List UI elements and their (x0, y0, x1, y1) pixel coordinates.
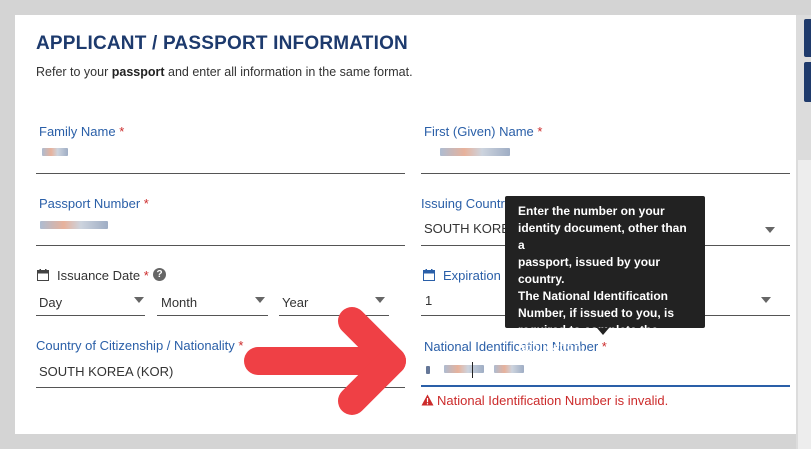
first-name-input[interactable] (421, 173, 790, 174)
page-title: APPLICANT / PASSPORT INFORMATION (36, 33, 408, 54)
calendar-icon (423, 269, 435, 281)
issuance-day-underline (36, 315, 145, 316)
passport-number-redacted-value (40, 221, 108, 229)
tooltip-line: Enter the number on your (518, 204, 665, 218)
text-cursor (472, 362, 473, 378)
citizenship-label: Country of Citizenship / Nationality * (36, 338, 244, 353)
tooltip-line: application. (518, 340, 585, 354)
tooltip-line: passport, issued by your country. (518, 255, 661, 286)
family-name-input[interactable] (36, 173, 405, 174)
national-id-input[interactable] (421, 385, 790, 387)
chevron-down-icon[interactable] (255, 297, 265, 303)
warning-icon (421, 394, 434, 406)
help-icon[interactable]: ? (153, 268, 166, 281)
page-subtitle: Refer to your passport and enter all inf… (36, 65, 413, 79)
national-id-redacted-value (444, 365, 484, 373)
national-id-redacted-value-2 (494, 365, 524, 373)
chevron-down-icon[interactable] (761, 297, 771, 303)
family-name-label: Family Name * (39, 124, 125, 139)
national-id-tooltip: Enter the number on your identity docume… (505, 196, 705, 354)
chevron-down-icon[interactable] (134, 297, 144, 303)
issuance-month-select[interactable]: Month (161, 295, 197, 310)
issuance-day-select[interactable]: Day (39, 295, 62, 310)
scrollbar[interactable] (798, 160, 811, 449)
tooltip-line: identity document, other than a (518, 221, 687, 252)
expiration-day-select[interactable]: 1 (425, 293, 432, 308)
chevron-down-icon[interactable] (375, 297, 385, 303)
tooltip-pointer (597, 328, 609, 335)
national-id-redacted-dot (426, 366, 430, 374)
national-id-error: National Identification Number is invali… (421, 393, 668, 408)
side-tab-bottom[interactable] (804, 62, 811, 102)
passport-number-input[interactable] (36, 245, 405, 246)
calendar-icon (37, 269, 49, 281)
red-arrow-annotation (244, 307, 406, 415)
first-name-redacted-value (440, 148, 510, 156)
side-tab-top[interactable] (804, 19, 811, 57)
chevron-down-icon[interactable] (765, 227, 775, 233)
issuing-country-label: Issuing Country (421, 196, 512, 211)
citizenship-value: SOUTH KOREA (KOR) (39, 364, 174, 379)
tooltip-line: The National Identification (518, 289, 669, 303)
family-name-redacted-value (42, 148, 68, 156)
passport-number-label: Passport Number * (39, 196, 149, 211)
first-name-label: First (Given) Name * (424, 124, 543, 139)
issuance-date-label: Issuance Date * (57, 268, 149, 283)
tooltip-line: Number, if issued to you, is (518, 306, 675, 320)
